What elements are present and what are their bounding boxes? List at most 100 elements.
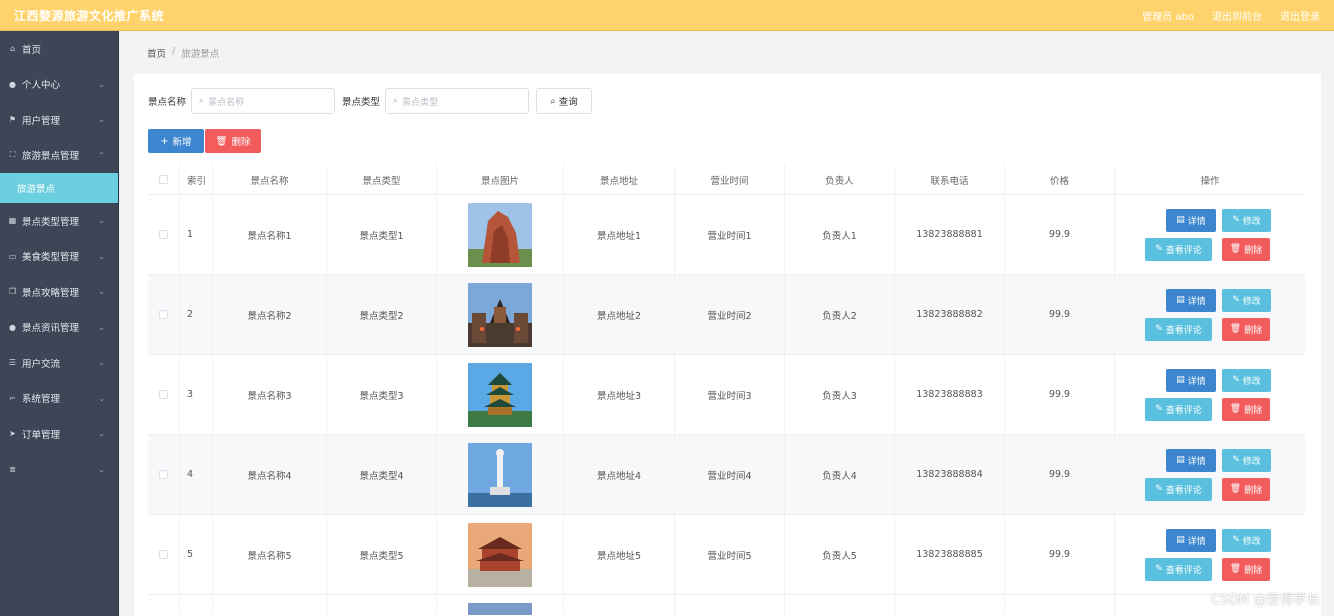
delete-button[interactable]: 🗑 删除 <box>1222 557 1270 581</box>
row-address: 景点地址1 <box>564 195 675 274</box>
detail-button[interactable]: ▤ 详情 <box>1166 288 1216 312</box>
detail-button[interactable]: ▤ 详情 <box>1166 208 1216 232</box>
row-phone <box>895 595 1005 615</box>
checkbox[interactable] <box>159 310 168 319</box>
view-comments-button[interactable]: ✎ 查看评论 <box>1145 477 1212 501</box>
view-comments-button[interactable]: ✎ 查看评论 <box>1145 317 1212 341</box>
query-button[interactable]: ⌕ 查询 <box>536 88 593 114</box>
pencil-icon: ✎ <box>1232 295 1240 305</box>
search-icon: ⌕ <box>550 95 556 107</box>
sidebar-item-label: 用户管理 <box>22 115 61 127</box>
user-icon: ● <box>9 79 16 89</box>
edit-button[interactable]: ✎ 修改 <box>1222 288 1271 312</box>
spot-image <box>468 282 532 347</box>
sidebar-item-guides[interactable]: ❐ 景点攻略管理 ⌄ <box>0 274 118 310</box>
sidebar-item-orders[interactable]: ➤ 订单管理 ⌄ <box>0 416 118 452</box>
row-phone: 13823888882 <box>895 275 1005 354</box>
edit-button[interactable]: ✎ 修改 <box>1222 208 1271 232</box>
add-button[interactable]: + 新增 <box>148 129 204 153</box>
breadcrumb-home[interactable]: 首页 <box>147 46 166 60</box>
row-name: 景点名称3 <box>213 355 327 434</box>
detail-button[interactable]: ▤ 详情 <box>1166 448 1216 472</box>
detail-button[interactable]: ▤ 详情 <box>1166 528 1216 552</box>
app-title: 江西婺源旅游文化推广系统 <box>14 9 165 23</box>
checkbox[interactable] <box>159 550 168 559</box>
sidebar-item-food-types[interactable]: ▭ 美食类型管理 ⌄ <box>0 239 118 275</box>
row-address: 景点地址4 <box>564 435 675 514</box>
document-icon: ▤ <box>1176 215 1185 225</box>
chevron-down-icon: ⌄ <box>98 251 105 261</box>
detail-button[interactable]: ▤ 详情 <box>1166 368 1216 392</box>
delete-button[interactable]: 🗑 删除 <box>1222 397 1270 421</box>
sidebar-item-profile[interactable]: ● 个人中心 ⌄ <box>0 67 118 103</box>
spot-type-input[interactable]: ⌕ 景点类型 <box>385 88 530 114</box>
batch-delete-button[interactable]: 🗑 删除 <box>205 129 261 153</box>
sidebar-item-label: 首页 <box>22 44 42 56</box>
row-actions: ▤ 详情 ✎ 修改 ✎ 查看评论 🗑 删除 <box>1115 275 1305 354</box>
row-select <box>148 355 180 434</box>
sidebar-item-spot-types[interactable]: ▦ 景点类型管理 ⌄ <box>0 203 118 239</box>
detail-label: 详情 <box>1187 296 1206 307</box>
header-select-all[interactable] <box>148 165 180 194</box>
row-name: 景点名称5 <box>213 515 327 594</box>
sidebar-item-spots[interactable]: ⛶ 旅游景点管理 ⌃ <box>0 138 118 174</box>
edit-button[interactable]: ✎ 修改 <box>1222 368 1271 392</box>
row-image-cell <box>437 355 564 434</box>
sidebar-subitem-spots[interactable]: 旅游景点 <box>0 173 118 203</box>
chevron-down-icon: ⌄ <box>98 115 105 124</box>
view-comments-button[interactable]: ✎ 查看评论 <box>1145 397 1212 421</box>
edit-button[interactable]: ✎ 修改 <box>1222 448 1271 472</box>
checkbox[interactable] <box>159 175 168 184</box>
spot-name-input[interactable]: ⌕ 景点名称 <box>191 88 336 114</box>
header-phone: 联系电话 <box>895 165 1005 194</box>
breadcrumb-current: 旅游景点 <box>181 49 220 60</box>
sidebar-item-news[interactable]: ● 景点资讯管理 ⌄ <box>0 310 118 346</box>
sidebar-item-misc[interactable]: ≣ ⌄ <box>0 452 118 488</box>
main-content: 首页 / 旅游景点 景点名称 ⌕ 景点名称 景点类型 ⌕ 景点类型 ⌕ 查询 +… <box>120 31 1334 616</box>
view-comments-button[interactable]: ✎ 查看评论 <box>1145 237 1212 261</box>
sidebar-item-users[interactable]: ⚑ 用户管理 ⌄ <box>0 102 118 138</box>
row-image-cell <box>437 275 564 354</box>
spot-image <box>468 603 532 615</box>
row-type: 景点类型5 <box>327 515 437 594</box>
row-select <box>148 435 180 514</box>
header-price: 价格 <box>1005 165 1115 194</box>
row-phone: 13823888883 <box>895 355 1005 434</box>
sidebar-item-forum[interactable]: ☰ 用户交流 ⌄ <box>0 345 118 381</box>
to-frontend-link[interactable]: 退出到前台 <box>1212 8 1262 23</box>
detail-label: 详情 <box>1187 216 1206 227</box>
row-price: 99.9 <box>1005 515 1115 594</box>
checkbox[interactable] <box>159 230 168 239</box>
delete-button[interactable]: 🗑 删除 <box>1222 237 1270 261</box>
sidebar-item-system[interactable]: ⌐ 系统管理 ⌄ <box>0 381 118 417</box>
logout-link[interactable]: 退出登录 <box>1280 8 1320 23</box>
pencil-icon: ✎ <box>1155 484 1163 494</box>
row-price <box>1005 595 1115 615</box>
checkbox[interactable] <box>159 390 168 399</box>
delete-button[interactable]: 🗑 删除 <box>1222 477 1270 501</box>
sidebar-item-home[interactable]: ⌂ 首页 <box>0 31 118 67</box>
pencil-icon: ✎ <box>1155 244 1163 254</box>
search-icon: ⌕ <box>393 96 399 106</box>
delete-button[interactable]: 🗑 删除 <box>1222 317 1270 341</box>
trash-icon: 🗑 <box>1229 244 1242 254</box>
row-hours: 营业时间5 <box>675 515 785 594</box>
spot-type-label: 景点类型 <box>342 97 381 108</box>
search-form: 景点名称 ⌕ 景点名称 景点类型 ⌕ 景点类型 ⌕ 查询 <box>148 88 593 114</box>
chevron-down-icon: ⌄ <box>98 464 105 474</box>
row-select <box>148 275 180 354</box>
delete-label: 删除 <box>1244 565 1263 576</box>
row-type: 景点类型2 <box>327 275 437 354</box>
row-name: 景点名称2 <box>213 275 327 354</box>
sliders-icon: ☰ <box>8 358 17 368</box>
checkbox[interactable] <box>159 470 168 479</box>
edit-button[interactable]: ✎ 修改 <box>1222 528 1271 552</box>
sidebar-item-label: 景点攻略管理 <box>22 287 80 299</box>
home-icon: ⌂ <box>9 44 16 54</box>
view-comments-button[interactable]: ✎ 查看评论 <box>1145 557 1212 581</box>
spot-image <box>468 442 532 507</box>
sidebar-item-label: 美食类型管理 <box>22 252 80 264</box>
spot-name-label: 景点名称 <box>148 97 187 108</box>
row-hours: 营业时间3 <box>675 355 785 434</box>
row-phone: 13823888881 <box>895 195 1005 274</box>
